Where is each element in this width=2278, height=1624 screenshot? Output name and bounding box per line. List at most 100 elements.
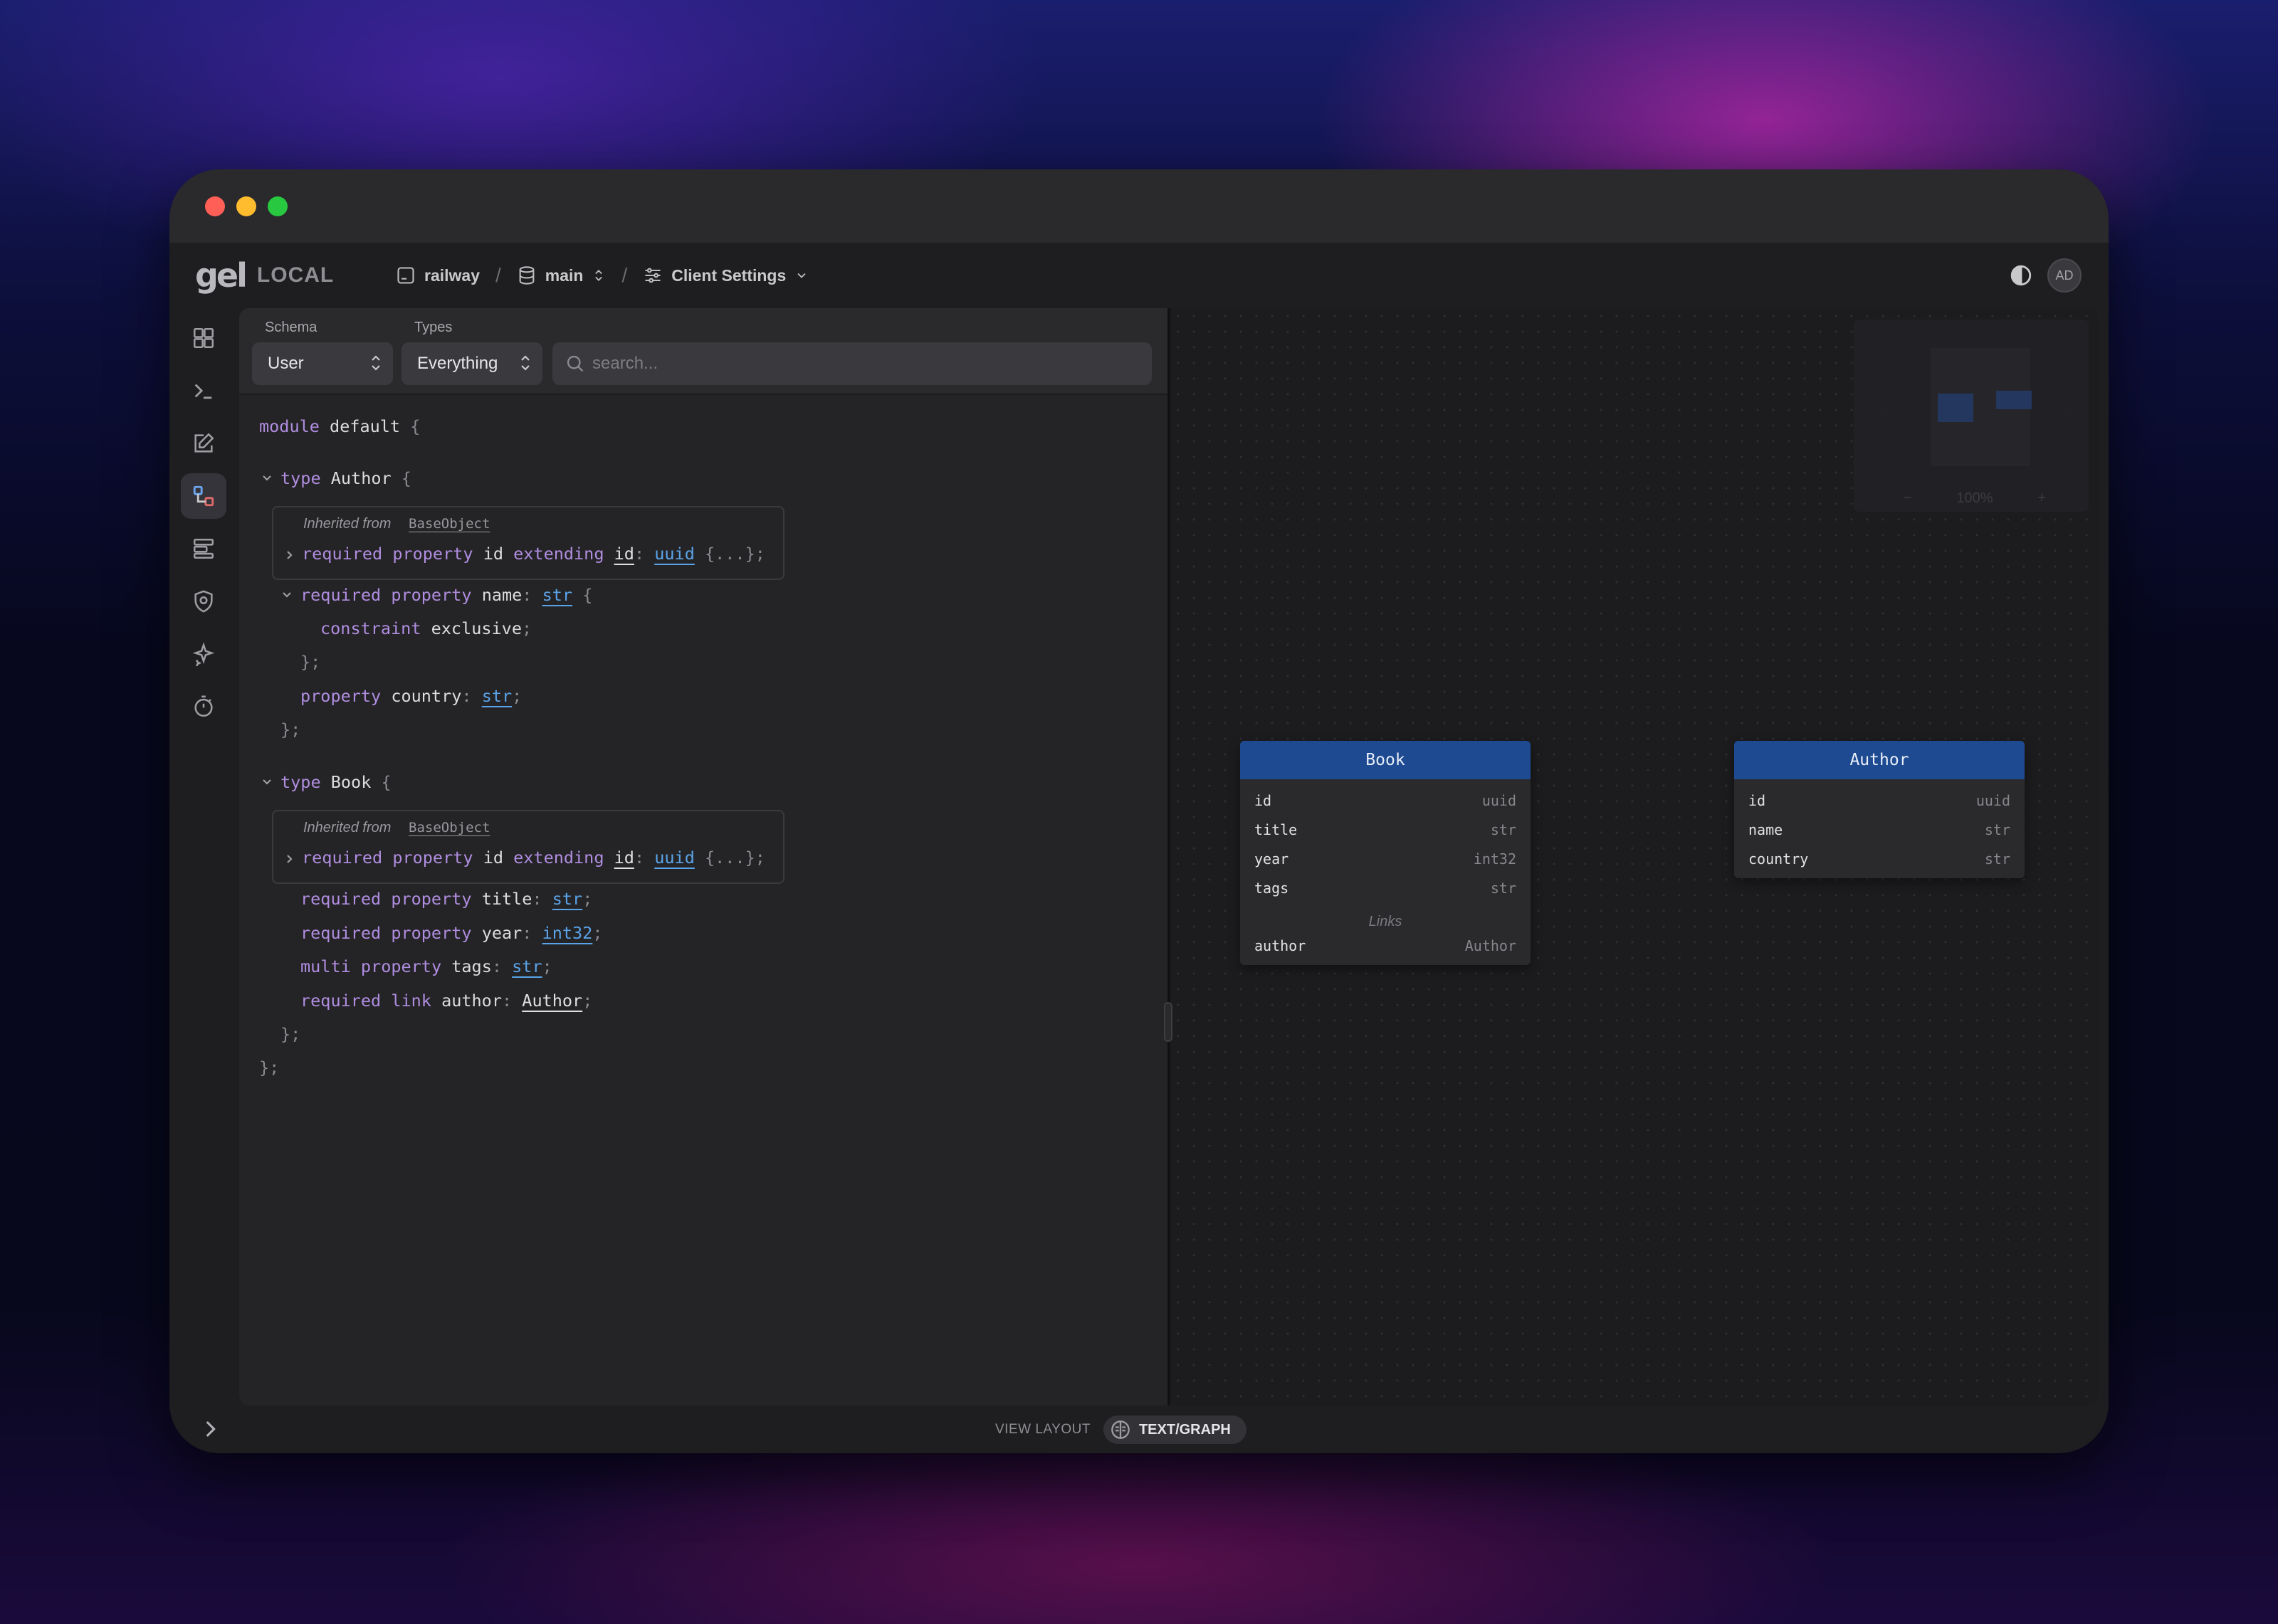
type-link-int32[interactable]: int32: [542, 923, 593, 943]
view-layout-value: TEXT/GRAPH: [1138, 1421, 1231, 1438]
sidebar-item-ai[interactable]: [181, 631, 226, 677]
chevron-down-icon[interactable]: [261, 472, 273, 485]
node-property-row: country str: [1748, 850, 2010, 868]
minimap-node: [1996, 391, 2032, 409]
schema-icon: [193, 485, 214, 507]
view-layout-label: VIEW LAYOUT: [995, 1422, 1091, 1437]
breadcrumb-branch[interactable]: main: [517, 265, 607, 285]
schema-graph-panel[interactable]: − 100% + Book id uuid title str year int32 …: [1167, 308, 2099, 1406]
node-link-row: author Author: [1254, 937, 1516, 954]
chevron-down-icon[interactable]: [280, 589, 293, 601]
sidebar-item-schema[interactable]: [181, 473, 226, 519]
instance-icon: [397, 267, 414, 284]
breadcrumb-client-settings[interactable]: Client Settings: [643, 265, 809, 285]
chevron-right-icon[interactable]: [198, 1417, 222, 1441]
code-line-tags: multi property tags: str;: [300, 956, 552, 976]
top-navigation-bar: gel LOCAL railway / main / Client Settin…: [169, 243, 2109, 308]
view-layout-toggle[interactable]: TEXT/GRAPH: [1103, 1415, 1246, 1444]
sidebar: [169, 308, 238, 1453]
module-keyword: module: [259, 416, 320, 436]
bottom-bar: VIEW LAYOUT TEXT/GRAPH: [169, 1406, 2109, 1453]
node-links-label: Links: [1368, 914, 1402, 929]
zoom-in-button[interactable]: +: [2037, 490, 2046, 507]
node-property-row: id uuid: [1254, 792, 1516, 809]
types-select-value: Everything: [417, 354, 498, 373]
breadcrumb-instance[interactable]: railway: [396, 265, 480, 285]
editor-icon: [194, 433, 214, 453]
search-input[interactable]: search...: [552, 342, 1152, 385]
code-line-year: required property year: int32;: [300, 923, 603, 943]
split-view-icon: [1111, 1420, 1130, 1439]
code-line-type-book[interactable]: type Book {: [280, 771, 392, 793]
graph-minimap[interactable]: − 100% +: [1854, 320, 2089, 512]
types-filter-label: Types: [414, 320, 453, 335]
topbar-actions: AD: [2009, 258, 2082, 292]
types-select[interactable]: Everything: [401, 342, 542, 385]
type-link-uuid[interactable]: uuid: [654, 544, 695, 564]
chevron-right-icon[interactable]: [283, 853, 296, 865]
type-link-uuid[interactable]: uuid: [654, 848, 695, 868]
database-icon: [519, 266, 535, 285]
breadcrumb-separator: /: [495, 264, 501, 286]
instance-badge: LOCAL: [256, 263, 335, 287]
type-link-str[interactable]: str: [482, 686, 512, 706]
graph-node-book[interactable]: Book id uuid title str year int32 tags str L…: [1240, 741, 1531, 965]
inherited-from-label: Inherited from: [303, 820, 392, 835]
type-link-str[interactable]: str: [552, 889, 582, 909]
avatar[interactable]: AD: [2047, 258, 2082, 292]
inherited-from-label: Inherited from: [303, 516, 392, 532]
minimap-node: [1938, 394, 1973, 422]
close-window-button[interactable]: [205, 196, 225, 216]
sliders-icon: [645, 268, 661, 283]
schema-text-panel: Schema User Types Everything search... m…: [239, 308, 1167, 1406]
type-link-str[interactable]: str: [512, 956, 542, 976]
code-line-country: property country: str;: [300, 686, 523, 706]
chevron-down-icon[interactable]: [261, 776, 273, 789]
chevron-updown-icon: [372, 355, 380, 371]
node-property-row: year int32: [1254, 850, 1516, 868]
chevron-updown-icon: [521, 355, 530, 371]
inherited-base-link[interactable]: BaseObject: [409, 820, 490, 835]
app-window: gel LOCAL railway / main / Client Settin…: [169, 169, 2109, 1453]
panel-resize-handle[interactable]: [1164, 1002, 1172, 1042]
branch-name: main: [545, 265, 584, 285]
sidebar-item-repl[interactable]: [181, 368, 226, 413]
app-logo[interactable]: gel LOCAL: [195, 256, 335, 295]
code-line-id: required property id extending id: uuid …: [302, 848, 765, 868]
code-line-module: module default {: [259, 416, 421, 436]
sparkle-icon: [192, 642, 215, 666]
code-line-constraint: constraint exclusive;: [320, 618, 532, 638]
inherited-base-link[interactable]: BaseObject: [409, 516, 490, 532]
chevron-updown-icon: [595, 270, 603, 281]
inherited-block-book: Inherited from BaseObject required prope…: [272, 810, 784, 884]
schema-select[interactable]: User: [252, 342, 393, 385]
zoom-controls: − 100% +: [1904, 490, 2046, 507]
code-line-type-author[interactable]: type Author {: [280, 467, 411, 490]
instance-name: railway: [424, 265, 480, 285]
node-property-row: tags str: [1254, 880, 1516, 897]
node-property-row: name str: [1748, 821, 2010, 838]
breadcrumb-separator: /: [621, 264, 628, 286]
zoom-out-button[interactable]: −: [1904, 490, 1912, 507]
sidebar-item-editor[interactable]: [181, 421, 226, 466]
code-line-title: required property title: str;: [300, 889, 593, 909]
breadcrumb: railway / main / Client Settings: [396, 261, 809, 290]
code-line-close: };: [259, 1058, 280, 1077]
type-link-str[interactable]: str: [542, 585, 572, 605]
sidebar-item-auth[interactable]: [181, 579, 226, 624]
chevron-right-icon[interactable]: [283, 549, 296, 561]
theme-toggle-icon[interactable]: [2009, 263, 2033, 288]
sidebar-item-data-explorer[interactable]: [181, 526, 226, 571]
type-name-author: Author: [330, 468, 392, 488]
chevron-down-icon: [797, 273, 806, 278]
sidebar-item-dashboard[interactable]: [181, 315, 226, 361]
logo-mark: gel: [195, 256, 248, 295]
type-link-author[interactable]: Author: [522, 991, 582, 1011]
sidebar-item-performance[interactable]: [181, 684, 226, 729]
maximize-window-button[interactable]: [268, 196, 288, 216]
node-property-row: title str: [1254, 821, 1516, 838]
graph-node-author[interactable]: Author id uuid name str country str: [1734, 741, 2025, 878]
search-placeholder: search...: [592, 354, 658, 373]
repl-icon: [194, 384, 212, 399]
minimize-window-button[interactable]: [236, 196, 256, 216]
